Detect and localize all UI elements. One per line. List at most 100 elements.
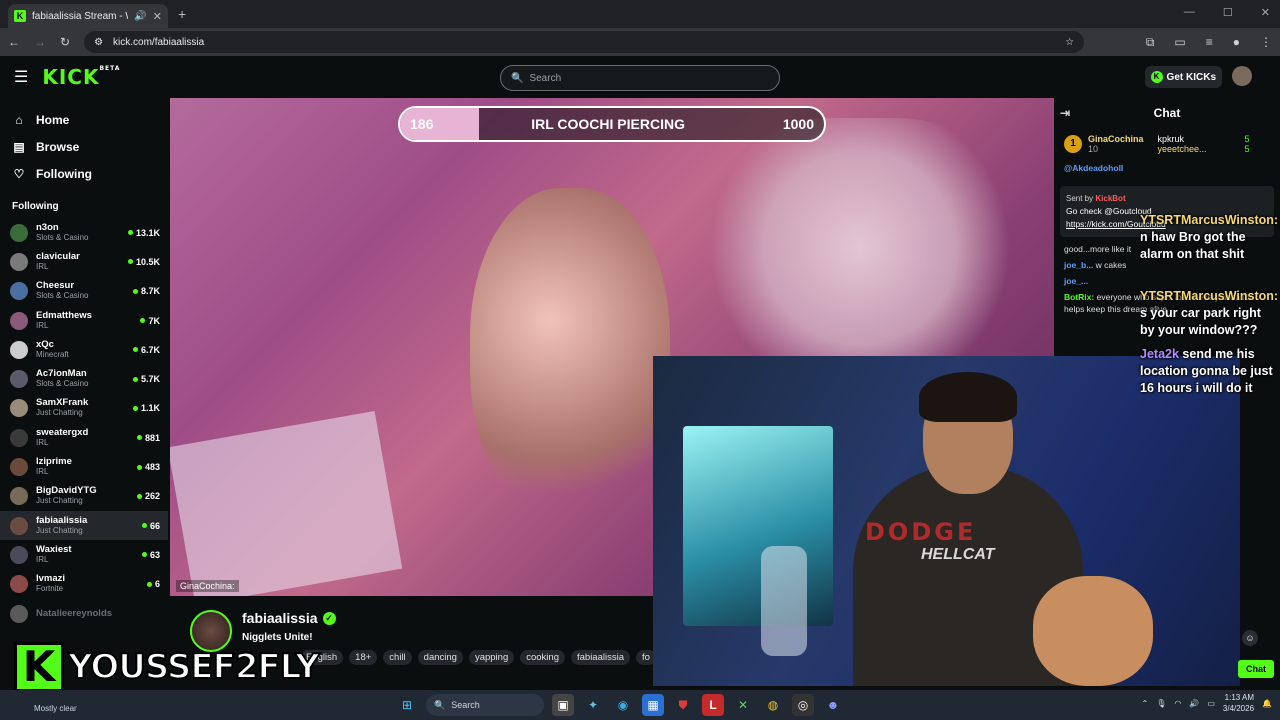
kebab-menu-icon[interactable]: ⋮ (1260, 35, 1272, 50)
edge-icon[interactable]: ◉ (612, 694, 634, 716)
channel-name: SamXFrank (36, 397, 89, 409)
collapse-chat-icon[interactable]: ⇥ (1060, 106, 1070, 120)
pc-case (683, 426, 833, 626)
mic-icon[interactable]: 🎙 (1156, 699, 1166, 708)
gifter-row[interactable]: yeeetchee... 5 (1158, 144, 1250, 154)
nav-home[interactable]: ⌂ Home (0, 106, 168, 133)
address-bar[interactable]: ⚙ kick.com/fabiaalissia ☆ (84, 31, 1085, 53)
close-tab-icon[interactable]: ✕ (153, 10, 162, 23)
following-item[interactable]: Waxiest IRL 63 (0, 540, 168, 569)
browser-tab[interactable]: K fabiaalissia Stream - Watch 🔊 ✕ (8, 4, 168, 28)
user-avatar[interactable] (1232, 66, 1252, 86)
channel-category: IRL (36, 437, 49, 447)
viewer-count: 7K (140, 316, 160, 326)
channel-category: Slots & Casino (36, 232, 89, 242)
shirt-text-2: HELLCAT (921, 546, 995, 563)
xbox-icon[interactable]: ✕ (732, 694, 754, 716)
following-item[interactable]: Cheesur Slots & Casino 8.7K (0, 277, 168, 306)
tag-chip[interactable]: fabiaalissia (570, 650, 630, 665)
following-item[interactable]: lvmazi Fortnite 6 (0, 570, 168, 599)
channel-category: IRL (36, 261, 49, 271)
channel-avatar (10, 604, 28, 623)
profile-icon[interactable]: ● (1233, 35, 1240, 50)
channel-name[interactable]: fabiaalissia (242, 610, 318, 626)
following-item[interactable]: BigDavidYTG Just Chatting 262 (0, 482, 168, 511)
following-item[interactable]: Natalieereynolds (0, 599, 168, 628)
goal-target: 1000 (782, 116, 814, 132)
following-item[interactable]: Edmatthews IRL 7K (0, 306, 168, 335)
following-item[interactable]: xQc Minecraft 6.7K (0, 335, 168, 364)
store-icon[interactable]: ▦ (642, 694, 664, 716)
tag-chip[interactable]: dancing (417, 650, 463, 665)
top-gifter[interactable]: 1 GinaCochina 10 (1064, 134, 1144, 154)
site-info-icon[interactable]: ⚙ (94, 37, 103, 48)
following-item[interactable]: n3on Slots & Casino 13.1K (0, 218, 168, 247)
tag-chip[interactable]: yapping (468, 650, 515, 665)
nav-browse[interactable]: ▤ Browse (0, 133, 168, 160)
battery-icon[interactable]: ▭ (1207, 699, 1215, 708)
tag-chip[interactable]: 18+ (349, 650, 378, 665)
close-window-icon[interactable]: ✕ (1261, 6, 1270, 19)
audio-icon[interactable]: 🔊 (134, 11, 146, 22)
forward-icon[interactable]: → (34, 35, 46, 49)
emote-picker-icon[interactable]: ☺ (1242, 630, 1258, 646)
following-item[interactable]: clavicular IRL 10.5K (0, 247, 168, 276)
following-item[interactable]: lziprime IRL 483 (0, 452, 168, 481)
weather-widget[interactable]: Mostly clear (34, 704, 77, 713)
shield-app-icon[interactable]: ⛊ (672, 694, 694, 716)
back-icon[interactable]: ← (8, 35, 20, 49)
copilot-icon[interactable]: ✦ (582, 694, 604, 716)
search-icon: 🔍 (434, 699, 446, 710)
get-kicks-label: Get KICKs (1166, 71, 1216, 83)
taskbar-search[interactable]: 🔍 Search (426, 694, 544, 716)
viewer-count: 8.7K (133, 286, 160, 296)
overlay-chat-3: Jeta2k send me his location gonna be jus… (1140, 347, 1273, 395)
channel-avatar (10, 340, 28, 359)
reload-icon[interactable]: ↻ (60, 35, 70, 49)
channel-avatar (10, 575, 28, 594)
bookmark-star-icon[interactable]: ☆ (1065, 37, 1074, 48)
stream-background (690, 118, 1030, 378)
gift-badge-icon: 1 (1064, 135, 1082, 153)
obs-icon[interactable]: ◎ (792, 694, 814, 716)
tag-chip[interactable]: cooking (520, 650, 565, 665)
viewer-count: 66 (142, 521, 160, 531)
menu-list-icon[interactable]: ≡ (1206, 35, 1213, 50)
pinned-header: Sent by KickBot (1066, 194, 1126, 203)
following-item[interactable]: SamXFrank Just Chatting 1.1K (0, 394, 168, 423)
chrome-icon[interactable]: ◍ (762, 694, 784, 716)
maximize-icon[interactable]: ☐ (1223, 6, 1233, 19)
new-tab-icon[interactable]: + (178, 6, 186, 22)
channel-name: lziprime (36, 456, 72, 468)
tag-list: English 18+ chill dancing yapping cooking fabi… (300, 650, 656, 665)
kick-logo[interactable]: KICKBETA (42, 65, 120, 89)
windows-start-icon[interactable]: ⊞ (396, 694, 418, 716)
l-app-icon[interactable]: L (702, 694, 724, 716)
gifter-row[interactable]: kpkruk 5 (1158, 134, 1250, 144)
following-item[interactable]: sweatergxd IRL 881 (0, 423, 168, 452)
wifi-icon[interactable]: ◠ (1174, 699, 1181, 708)
tray-chevron-icon[interactable]: ⌃ (1142, 699, 1149, 708)
chat-message: joe_... (1064, 276, 1089, 286)
media-icon[interactable]: ▭ (1174, 35, 1185, 50)
search-input[interactable]: 🔍 Search (500, 65, 780, 91)
discord-icon[interactable]: ☻ (822, 694, 844, 716)
channel-category: IRL (36, 554, 49, 564)
hamburger-menu-icon[interactable]: ☰ (14, 67, 28, 87)
task-view-icon[interactable]: ▣ (552, 694, 574, 716)
following-item[interactable]: fabiaalissia Just Chatting 66 (0, 510, 168, 541)
notification-icon[interactable]: 🔔 (1262, 699, 1272, 708)
goal-title: IRL COOCHI PIERCING (531, 116, 685, 132)
channel-avatar (10, 311, 28, 330)
volume-icon[interactable]: 🔊 (1189, 699, 1199, 708)
viewer-count: 5.7K (133, 374, 160, 384)
tag-chip[interactable]: chill (383, 650, 412, 665)
chat-send-button[interactable]: Chat (1238, 660, 1274, 678)
minimize-icon[interactable]: — (1184, 6, 1195, 19)
extensions-icon[interactable]: ⧉ (1146, 35, 1155, 50)
following-item[interactable]: Ac7ionMan Slots & Casino 5.7K (0, 364, 168, 393)
nav-following[interactable]: ♡ Following (0, 160, 168, 187)
get-kicks-button[interactable]: K Get KICKs (1144, 66, 1222, 88)
clock[interactable]: 1:13 AM 3/4/2026 (1223, 692, 1254, 714)
kick-header: ☰ KICKBETA 🔍 Search K Get KICKs (0, 56, 1280, 98)
